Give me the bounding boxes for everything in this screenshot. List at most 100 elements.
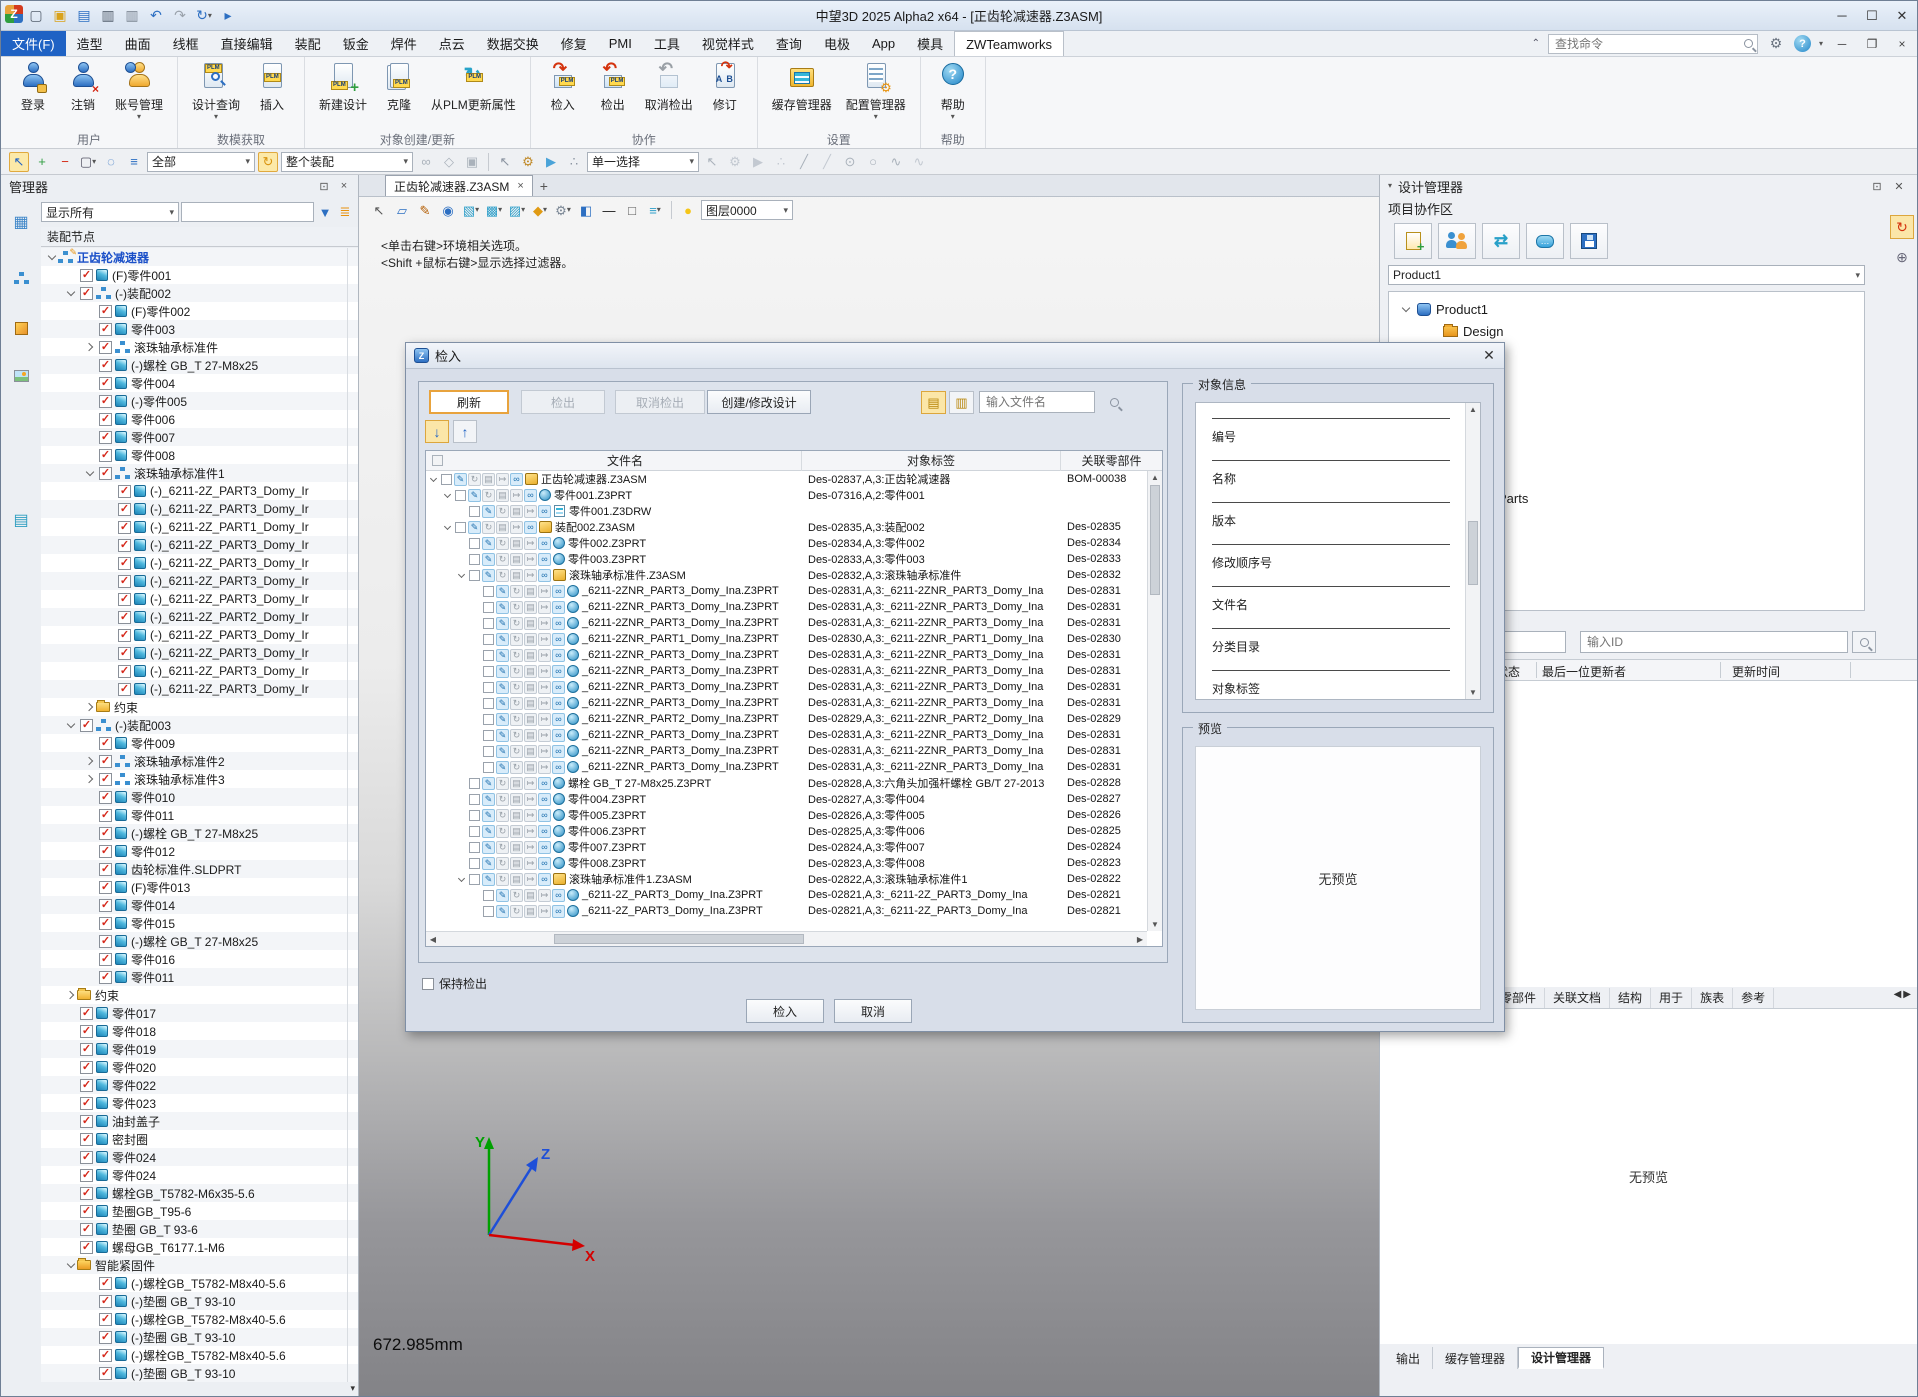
open-file-icon[interactable]: ▣ bbox=[49, 5, 71, 27]
assembly-tree-item[interactable]: ✓(-)_6211-2Z_PART3_Domy_Ir bbox=[41, 500, 358, 518]
assembly-tree-item[interactable]: ✓零件004 bbox=[41, 374, 358, 392]
checkin-cancel-button[interactable]: 取消 bbox=[834, 999, 912, 1023]
tab-scroll-arrows[interactable]: ◀▶ bbox=[1894, 989, 1911, 1000]
help-icon[interactable]: ? bbox=[1794, 35, 1811, 52]
panel-close-icon[interactable]: × bbox=[336, 178, 352, 194]
circle-faded-icon[interactable]: ○ bbox=[863, 152, 883, 172]
tree-view-toggle[interactable]: ▤ bbox=[921, 391, 946, 414]
menu-item-12[interactable]: 工具 bbox=[643, 31, 691, 56]
row-checkbox[interactable] bbox=[455, 490, 466, 501]
line-width-icon[interactable]: — bbox=[599, 200, 619, 220]
assembly-tree-item[interactable]: ✓(-)螺栓 GB_T 27-M8x25 bbox=[41, 824, 358, 842]
checkin-table-row[interactable]: ✎↻▤↦∞零件007.Z3PRTDes-02824,A,3:零件007Des-0… bbox=[426, 839, 1147, 855]
assembly-tree-item[interactable]: ✓零件020 bbox=[41, 1058, 358, 1076]
id-search-button[interactable] bbox=[1852, 631, 1876, 653]
play-icon[interactable]: ▸ bbox=[217, 5, 239, 27]
table-horizontal-scrollbar[interactable]: ◀ ▶ bbox=[426, 931, 1147, 946]
menu-item-8[interactable]: 点云 bbox=[428, 31, 476, 56]
bottom-tab-输出[interactable]: 输出 bbox=[1384, 1347, 1433, 1369]
expand-icon[interactable] bbox=[64, 989, 77, 1002]
settings-gear-icon[interactable]: ⚙ bbox=[1766, 34, 1786, 54]
assembly-tree-item[interactable]: ✓(-)零件005 bbox=[41, 392, 358, 410]
expand-icon[interactable] bbox=[1399, 303, 1412, 316]
assembly-tree-item[interactable]: ✓螺母GB_T6177.1-M6 bbox=[41, 1238, 358, 1256]
command-search-box[interactable] bbox=[1548, 34, 1758, 54]
checkin-table-row[interactable]: ✎↻▤↦∞_6211-2ZNR_PART3_Domy_Ina.Z3PRTDes-… bbox=[426, 695, 1147, 711]
item-checkbox[interactable]: ✓ bbox=[99, 953, 112, 966]
item-checkbox[interactable]: ✓ bbox=[99, 1331, 112, 1344]
menu-item-3[interactable]: 线框 bbox=[162, 31, 210, 56]
item-checkbox[interactable]: ✓ bbox=[118, 593, 131, 606]
item-checkbox[interactable]: ✓ bbox=[99, 341, 112, 354]
assembly-tree-item[interactable]: ✓(F)零件002 bbox=[41, 302, 358, 320]
id-search-box[interactable] bbox=[1580, 631, 1848, 653]
checkin-table-row[interactable]: ✎↻▤↦∞_6211-2ZNR_PART3_Domy_Ina.Z3PRTDes-… bbox=[426, 727, 1147, 743]
item-checkbox[interactable]: ✓ bbox=[99, 359, 112, 372]
bottom-tab-设计管理器[interactable]: 设计管理器 bbox=[1518, 1347, 1604, 1369]
item-checkbox[interactable]: ✓ bbox=[80, 1151, 93, 1164]
menu-item-1[interactable]: 造型 bbox=[66, 31, 114, 56]
keep-checkout-checkbox[interactable] bbox=[422, 978, 434, 990]
checkin-table-row[interactable]: ✎↻▤↦∞_6211-2ZNR_PART2_Domy_Ina.Z3PRTDes-… bbox=[426, 711, 1147, 727]
item-checkbox[interactable]: ✓ bbox=[80, 1223, 93, 1236]
checkin-table-row[interactable]: ✎↻▤↦∞零件001.Z3DRW bbox=[426, 503, 1147, 519]
assembly-tree-item[interactable]: ✓(-)螺栓 GB_T 27-M8x25 bbox=[41, 356, 358, 374]
pointer-faded-icon[interactable]: ↖ bbox=[495, 152, 515, 172]
row-checkbox[interactable] bbox=[483, 666, 494, 677]
assembly-tree-item[interactable]: ✓(-)垫圈 GB_T 93-10 bbox=[41, 1328, 358, 1346]
checkin-table-row[interactable]: ✎↻▤↦∞装配002.Z3ASMDes-02835,A,3:装配002Des-0… bbox=[426, 519, 1147, 535]
redo-icon[interactable]: ↷ bbox=[169, 5, 191, 27]
row-expand-icon[interactable] bbox=[456, 570, 467, 581]
ribbon-check-out-button[interactable]: ↶PLM检出 bbox=[589, 60, 637, 114]
detail-tab-2[interactable]: 结构 bbox=[1610, 988, 1651, 1008]
bg-white-icon[interactable]: □ bbox=[622, 200, 642, 220]
cube-multi-icon[interactable]: ◆▾ bbox=[530, 200, 550, 220]
item-checkbox[interactable]: ✓ bbox=[80, 1169, 93, 1182]
assembly-tree-item[interactable]: ✓油封盖子 bbox=[41, 1112, 358, 1130]
item-checkbox[interactable]: ✓ bbox=[99, 863, 112, 876]
ref-faded-icon[interactable]: ◇ bbox=[439, 152, 459, 172]
checkin-table-row[interactable]: ✎↻▤↦∞_6211-2ZNR_PART3_Domy_Ina.Z3PRTDes-… bbox=[426, 615, 1147, 631]
assembly-tree-item[interactable]: ✓密封圈 bbox=[41, 1130, 358, 1148]
cube-view-icon[interactable]: ▧▾ bbox=[461, 200, 481, 220]
checkin-table-row[interactable]: ✎↻▤↦∞滚珠轴承标准件1.Z3ASMDes-02822,A,3:滚珠轴承标准件… bbox=[426, 871, 1147, 887]
print-icon[interactable]: ▥ bbox=[97, 5, 119, 27]
menu-item-13[interactable]: 视觉样式 bbox=[691, 31, 765, 56]
ribbon-cancel-checkout-button[interactable]: ↶取消检出 bbox=[639, 60, 699, 114]
row-checkbox[interactable] bbox=[469, 794, 480, 805]
item-checkbox[interactable]: ✓ bbox=[80, 1007, 93, 1020]
list-header-1[interactable]: 最后一位更新者 bbox=[1542, 660, 1626, 682]
row-checkbox[interactable] bbox=[483, 618, 494, 629]
item-checkbox[interactable]: ✓ bbox=[99, 881, 112, 894]
item-checkbox[interactable]: ✓ bbox=[118, 683, 131, 696]
remove-entity-icon[interactable]: − bbox=[55, 152, 75, 172]
item-checkbox[interactable]: ✓ bbox=[99, 413, 112, 426]
item-checkbox[interactable]: ✓ bbox=[118, 521, 131, 534]
item-checkbox[interactable]: ✓ bbox=[80, 287, 93, 300]
assembly-tree-item[interactable]: ✓零件015 bbox=[41, 914, 358, 932]
panel-float-icon[interactable]: ⊡ bbox=[316, 178, 332, 194]
ribbon-help-button[interactable]: ?帮助▾ bbox=[929, 60, 977, 122]
curve-faded-icon[interactable]: ∿ bbox=[886, 152, 906, 172]
line-faded-icon[interactable]: ╱ bbox=[794, 152, 814, 172]
item-checkbox[interactable]: ✓ bbox=[99, 377, 112, 390]
ribbon-update-from-plm-button[interactable]: ↻PLM从PLM更新属性 bbox=[425, 60, 522, 114]
item-checkbox[interactable]: ✓ bbox=[80, 1061, 93, 1074]
ribbon-design-query-button[interactable]: PLM设计查询▾ bbox=[186, 60, 246, 122]
scope-dropdown[interactable]: 整个装配▾ bbox=[281, 152, 413, 172]
select-all-checkbox[interactable] bbox=[432, 455, 443, 466]
item-checkbox[interactable]: ✓ bbox=[99, 827, 112, 840]
assembly-tree-item[interactable]: ✓(-)螺栓GB_T5782-M8x40-5.6 bbox=[41, 1346, 358, 1364]
collapse-all-button[interactable]: ↑ bbox=[453, 420, 477, 443]
assembly-tree-item[interactable]: ✓(-)装配003 bbox=[41, 716, 358, 734]
item-checkbox[interactable]: ✓ bbox=[99, 917, 112, 930]
item-checkbox[interactable]: ✓ bbox=[99, 467, 112, 480]
filename-search-input[interactable] bbox=[984, 394, 1090, 410]
item-checkbox[interactable]: ✓ bbox=[118, 611, 131, 624]
assembly-tree-item[interactable]: ✓零件010 bbox=[41, 788, 358, 806]
panel-collapse-icon[interactable]: ▾ bbox=[1388, 182, 1392, 190]
expand-icon[interactable] bbox=[64, 287, 77, 300]
assembly-tree-item[interactable]: ✓(-)_6211-2Z_PART3_Domy_Ir bbox=[41, 572, 358, 590]
list-view-toggle[interactable]: ▥ bbox=[949, 391, 974, 414]
row-checkbox[interactable] bbox=[483, 730, 494, 741]
